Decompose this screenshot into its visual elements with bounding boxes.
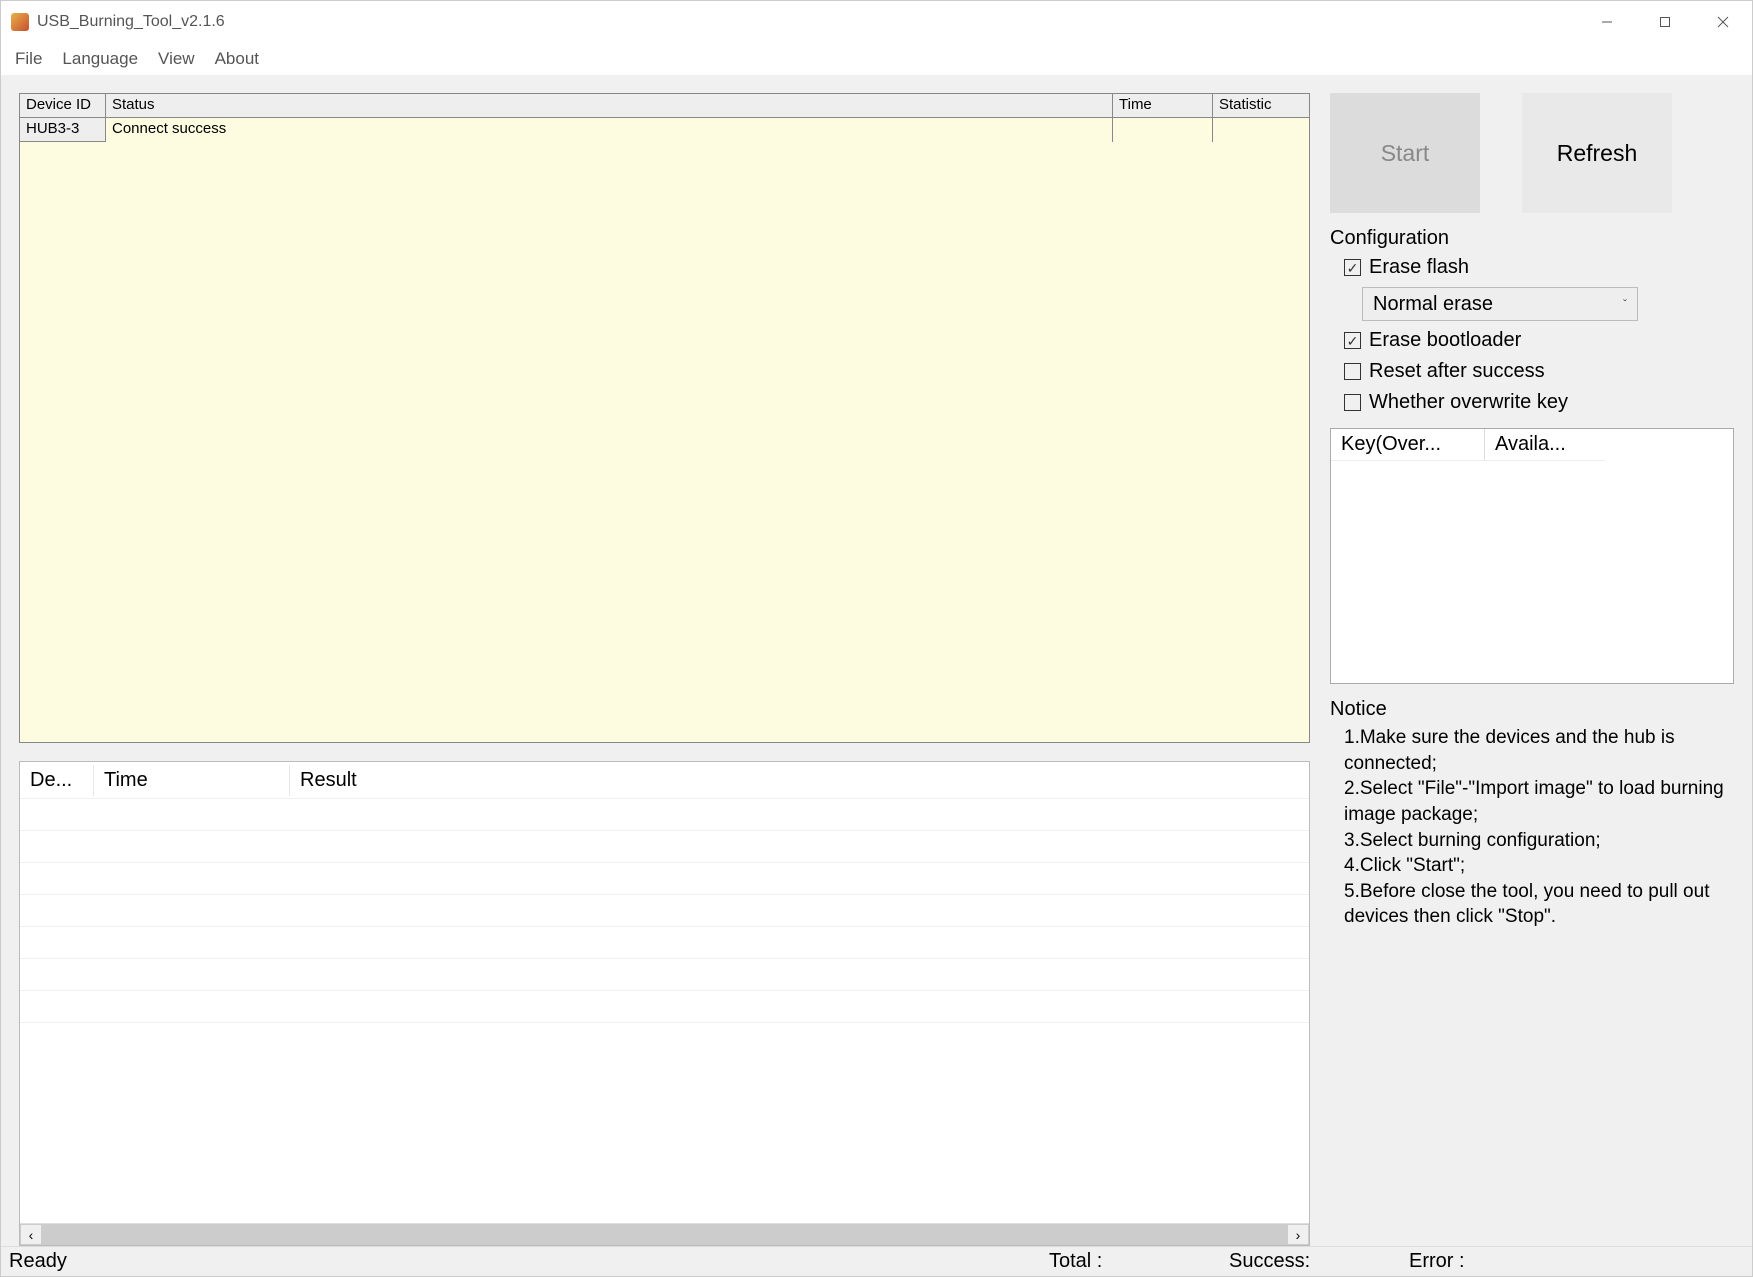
statusbar: Ready Total : Success: Error : — [1, 1246, 1752, 1276]
erase-bootloader-checkbox[interactable]: Erase bootloader — [1344, 329, 1734, 352]
device-row-status: Connect success — [106, 118, 1113, 142]
device-row[interactable]: HUB3-3 Connect success — [20, 118, 1309, 142]
configuration-section: Configuration Erase flash Normal erase ˇ… — [1330, 227, 1734, 414]
status-error: Error : — [1401, 1250, 1752, 1273]
menu-view[interactable]: View — [148, 45, 205, 73]
right-column: Start Refresh Configuration Erase flash … — [1330, 93, 1734, 1246]
device-table: Device ID Status Time Statistic HUB3-3 C… — [19, 93, 1310, 743]
result-empty-row — [20, 1022, 1309, 1054]
window-title: USB_Burning_Tool_v2.1.6 — [37, 13, 1578, 31]
device-row-time — [1113, 118, 1213, 142]
key-panel-header: Key(Over... Availa... — [1331, 429, 1733, 461]
result-empty-row — [20, 926, 1309, 958]
configuration-title: Configuration — [1330, 227, 1734, 250]
result-empty-row — [20, 862, 1309, 894]
menu-file[interactable]: File — [5, 45, 52, 73]
close-button[interactable] — [1694, 1, 1752, 43]
result-col-result[interactable]: Result — [290, 765, 1309, 796]
scroll-left-arrow-icon[interactable]: ‹ — [20, 1224, 42, 1245]
col-status[interactable]: Status — [106, 94, 1113, 117]
workspace: Device ID Status Time Statistic HUB3-3 C… — [1, 75, 1752, 1246]
start-button[interactable]: Start — [1330, 93, 1480, 213]
erase-mode-dropdown[interactable]: Normal erase ˇ — [1362, 287, 1638, 321]
erase-flash-checkbox[interactable]: Erase flash — [1344, 256, 1734, 279]
result-empty-row — [20, 830, 1309, 862]
device-table-header: Device ID Status Time Statistic — [20, 94, 1309, 118]
erase-flash-label: Erase flash — [1369, 256, 1469, 279]
key-panel: Key(Over... Availa... — [1330, 428, 1734, 684]
result-table: De... Time Result ‹ › — [19, 761, 1310, 1246]
status-success: Success: — [1221, 1250, 1401, 1273]
menu-language[interactable]: Language — [52, 45, 148, 73]
menu-about[interactable]: About — [205, 45, 269, 73]
overwrite-key-label: Whether overwrite key — [1369, 391, 1568, 414]
result-rows — [20, 798, 1309, 1223]
erase-bootloader-label: Erase bootloader — [1369, 329, 1521, 352]
notice-title: Notice — [1330, 698, 1734, 721]
key-col-key[interactable]: Key(Over... — [1331, 429, 1485, 461]
status-ready: Ready — [1, 1250, 1041, 1273]
scroll-right-arrow-icon[interactable]: › — [1287, 1224, 1309, 1245]
scroll-track[interactable] — [42, 1224, 1287, 1245]
result-empty-row — [20, 958, 1309, 990]
col-time[interactable]: Time — [1113, 94, 1213, 117]
result-col-time[interactable]: Time — [94, 765, 290, 796]
action-buttons: Start Refresh — [1330, 93, 1734, 213]
refresh-button[interactable]: Refresh — [1522, 93, 1672, 213]
maximize-button[interactable] — [1636, 1, 1694, 43]
checkbox-icon — [1344, 332, 1361, 349]
result-empty-row — [20, 894, 1309, 926]
result-table-header: De... Time Result — [20, 762, 1309, 798]
device-row-stat — [1213, 118, 1309, 142]
titlebar: USB_Burning_Tool_v2.1.6 — [1, 1, 1752, 43]
app-icon — [11, 13, 29, 31]
overwrite-key-checkbox[interactable]: Whether overwrite key — [1344, 391, 1734, 414]
erase-mode-selected: Normal erase — [1373, 293, 1493, 316]
result-empty-row — [20, 990, 1309, 1022]
notice-body: 1.Make sure the devices and the hub is c… — [1330, 725, 1734, 930]
notice-section: Notice 1.Make sure the devices and the h… — [1330, 698, 1734, 930]
minimize-button[interactable] — [1578, 1, 1636, 43]
checkbox-icon — [1344, 259, 1361, 276]
app-window: USB_Burning_Tool_v2.1.6 File Language Vi… — [0, 0, 1753, 1277]
result-hscrollbar[interactable]: ‹ › — [20, 1223, 1309, 1245]
chevron-down-icon: ˇ — [1623, 297, 1627, 311]
left-column: Device ID Status Time Statistic HUB3-3 C… — [19, 93, 1310, 1246]
window-controls — [1578, 1, 1752, 43]
col-statistic[interactable]: Statistic — [1213, 94, 1309, 117]
result-empty-row — [20, 798, 1309, 830]
menubar: File Language View About — [1, 43, 1752, 75]
col-device-id[interactable]: Device ID — [20, 94, 106, 117]
checkbox-icon — [1344, 363, 1361, 380]
device-row-id: HUB3-3 — [20, 118, 106, 142]
key-col-available[interactable]: Availa... — [1485, 429, 1605, 461]
result-col-device[interactable]: De... — [20, 765, 94, 796]
checkbox-icon — [1344, 394, 1361, 411]
reset-after-label: Reset after success — [1369, 360, 1545, 383]
status-total: Total : — [1041, 1250, 1221, 1273]
reset-after-checkbox[interactable]: Reset after success — [1344, 360, 1734, 383]
